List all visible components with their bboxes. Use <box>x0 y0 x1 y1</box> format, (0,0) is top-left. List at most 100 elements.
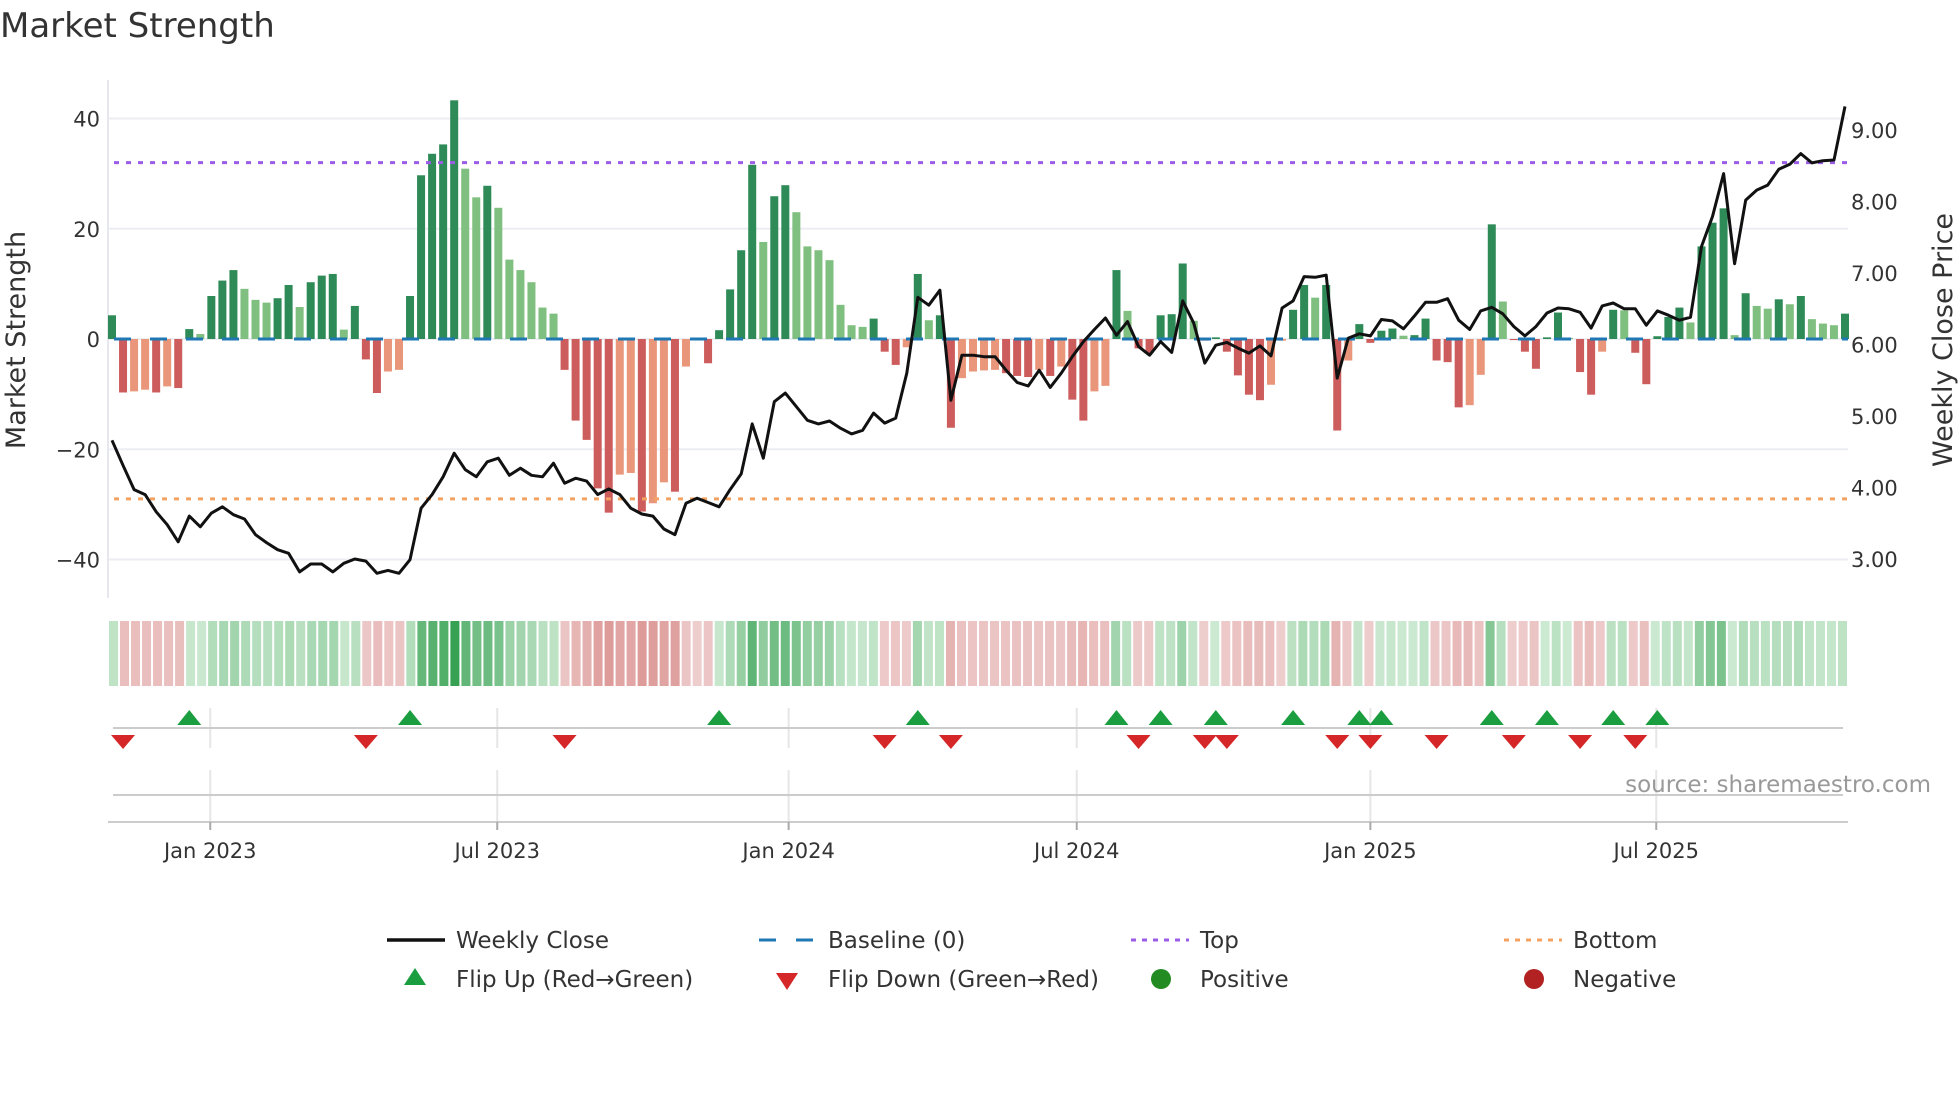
strength-bar <box>317 275 326 339</box>
heatmap-cell <box>241 621 251 686</box>
heatmap-cell <box>1232 621 1242 686</box>
heatmap-cell <box>1089 621 1099 686</box>
flip-down-marker <box>938 735 963 749</box>
strength-bar <box>1046 339 1055 376</box>
y-tick-label: 40 <box>73 108 100 132</box>
strength-bar <box>980 339 989 371</box>
legend-label: Top <box>1199 928 1239 954</box>
heatmap-cell <box>835 621 845 686</box>
strength-bar <box>527 282 536 339</box>
flip-down-marker <box>1325 735 1350 749</box>
x-tick-label: Jul 2025 <box>1612 839 1699 863</box>
strength-bar <box>240 288 249 339</box>
strength-bar <box>284 284 293 339</box>
heatmap-cell <box>648 621 658 686</box>
heatmap-cell <box>1573 621 1583 686</box>
heatmap-cell <box>791 621 801 686</box>
heatmap-cell <box>1144 621 1154 686</box>
y2-tick-label: 8.00 <box>1851 191 1898 215</box>
heatmap-cell <box>340 621 350 686</box>
strength-bar <box>229 270 238 339</box>
heatmap-cell <box>219 621 229 686</box>
strength-bar <box>582 339 591 440</box>
heatmap-cell <box>1749 621 1759 686</box>
strength-bar <box>108 315 116 339</box>
heatmap-cell <box>1474 621 1484 686</box>
heatmap-cell <box>1001 621 1011 686</box>
heatmap-cell <box>868 621 878 686</box>
market-strength-chart: Jan 2023 Jul 2023 Jan 2024 Jul 2024 Jan 2025… <box>1 80 1959 993</box>
y2-tick-label: 9.00 <box>1851 119 1898 143</box>
heatmap-cell <box>1661 621 1671 686</box>
flip-up-marker <box>1203 710 1228 725</box>
strength-bar <box>1068 339 1077 400</box>
strength-bar <box>637 339 646 512</box>
x-tick-label: Jul 2024 <box>1032 839 1119 863</box>
flip-up-marker <box>1534 710 1559 725</box>
heatmap-cell <box>1012 621 1022 686</box>
heatmap-cell <box>659 621 669 686</box>
strength-bar <box>1587 339 1596 395</box>
heatmap-cell <box>1452 621 1462 686</box>
heatmap-cell <box>505 621 515 686</box>
heatmap-cell <box>1639 621 1649 686</box>
legend-circle-neg-icon <box>1524 969 1544 989</box>
strength-bar <box>1554 312 1563 339</box>
heatmap-cell <box>1034 621 1044 686</box>
heatmap-cell <box>450 621 460 686</box>
strength-bar <box>1024 339 1033 378</box>
y-tick-label: −20 <box>56 438 100 462</box>
strength-bar <box>207 296 216 339</box>
heatmap-cell <box>637 621 647 686</box>
strength-bar <box>1476 339 1485 375</box>
heatmap-cell <box>1617 621 1627 686</box>
strength-bar <box>1841 313 1849 339</box>
flip-up-marker <box>905 710 930 725</box>
strength-bar <box>174 339 183 389</box>
flip-up-marker <box>1281 710 1306 725</box>
strength-bar <box>549 313 558 339</box>
heatmap-cell <box>1771 621 1781 686</box>
y2-tick-label: 5.00 <box>1851 405 1898 429</box>
y2-tick-label: 6.00 <box>1851 334 1898 358</box>
y-axis-title: Market Strength <box>1 231 32 449</box>
strength-bar <box>483 185 492 339</box>
heatmap-cell <box>131 621 141 686</box>
heatmap-cell <box>1562 621 1572 686</box>
heatmap-cell <box>384 621 394 686</box>
strength-bar <box>571 339 580 421</box>
heatmap-cell <box>802 621 812 686</box>
flip-down-marker <box>1214 735 1239 749</box>
heatmap-cell <box>1628 621 1638 686</box>
heatmap-cell <box>175 621 185 686</box>
heatmap-cell <box>956 621 966 686</box>
strength-bar <box>295 307 304 339</box>
strength-bar <box>1675 307 1684 339</box>
heatmap-cell <box>109 621 119 686</box>
heatmap-cell <box>1320 621 1330 686</box>
heatmap-cell <box>142 621 152 686</box>
legend-circle-pos-icon <box>1151 969 1171 989</box>
heatmap-cell <box>439 621 449 686</box>
heatmap-cell <box>1584 621 1594 686</box>
strength-bar <box>361 339 370 360</box>
heatmap-cell <box>1815 621 1825 686</box>
heatmap-cell <box>428 621 438 686</box>
heatmap-cell <box>395 621 405 686</box>
strength-bar <box>847 325 856 339</box>
heatmap-cell <box>1738 621 1748 686</box>
heatmap-cell <box>197 621 207 686</box>
strength-bar <box>1752 305 1761 339</box>
heatmap-cell <box>1177 621 1187 686</box>
strength-bar <box>626 339 635 473</box>
strength-bar <box>516 270 525 339</box>
strength-bar <box>1454 339 1463 408</box>
strength-bar <box>615 339 624 475</box>
flip-down-marker <box>1424 735 1449 749</box>
heatmap-cell <box>472 621 482 686</box>
heatmap-cell <box>1276 621 1286 686</box>
heatmap-cell <box>1727 621 1737 686</box>
strength-bar <box>461 168 470 339</box>
flip-up-marker <box>707 710 732 725</box>
heatmap-cell <box>1199 621 1209 686</box>
